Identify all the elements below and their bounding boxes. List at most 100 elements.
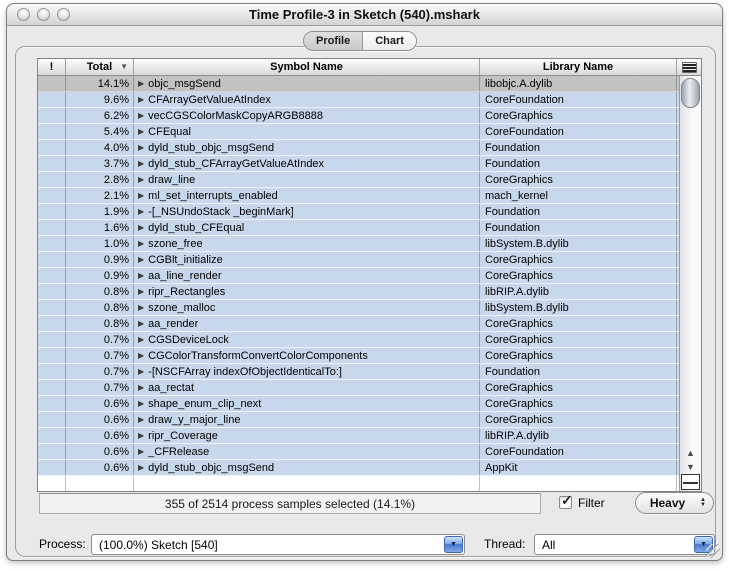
table-row[interactable]: 0.6% ▶ draw_y_major_line CoreGraphics — [38, 412, 679, 428]
disclosure-triangle-icon[interactable]: ▶ — [138, 399, 144, 408]
table-row[interactable]: 0.8% ▶ ripr_Rectangles libRIP.A.dylib — [38, 284, 679, 300]
disclosure-triangle-icon[interactable]: ▶ — [138, 335, 144, 344]
disclosure-triangle-icon[interactable]: ▶ — [138, 111, 144, 120]
table-row[interactable]: 9.6% ▶ CFArrayGetValueAtIndex CoreFounda… — [38, 92, 679, 108]
table-row[interactable]: 0.9% ▶ aa_line_render CoreGraphics — [38, 268, 679, 284]
profile-table: ! Total ▼ Symbol Name Library Name 14.1%… — [37, 58, 702, 492]
disclosure-triangle-icon[interactable]: ▶ — [138, 79, 144, 88]
title-bar[interactable]: Time Profile-3 in Sketch (540).mshark — [7, 4, 722, 26]
scroll-up-icon[interactable]: ▲ — [680, 446, 701, 460]
table-row[interactable]: 14.1% ▶ objc_msgSend libobjc.A.dylib — [38, 76, 679, 92]
total-cell: 9.6% — [66, 92, 134, 107]
disclosure-triangle-icon[interactable]: ▶ — [138, 127, 144, 136]
library-cell: CoreGraphics — [480, 252, 677, 267]
disclosure-triangle-icon[interactable]: ▶ — [138, 95, 144, 104]
table-row[interactable]: 0.7% ▶ CGColorTransformConvertColorCompo… — [38, 348, 679, 364]
disclosure-triangle-icon[interactable]: ▶ — [138, 319, 144, 328]
disclosure-triangle-icon[interactable]: ▶ — [138, 191, 144, 200]
table-row[interactable]: 0.7% ▶ CGSDeviceLock CoreGraphics — [38, 332, 679, 348]
disclosure-triangle-icon[interactable]: ▶ — [138, 447, 144, 456]
tab-chart[interactable]: Chart — [363, 32, 416, 50]
disclosure-triangle-icon[interactable]: ▶ — [138, 207, 144, 216]
symbol-name: CFArrayGetValueAtIndex — [148, 93, 271, 106]
table-row[interactable]: 1.0% ▶ szone_free libSystem.B.dylib — [38, 236, 679, 252]
disclosure-triangle-icon[interactable]: ▶ — [138, 287, 144, 296]
disclosure-triangle-icon[interactable]: ▶ — [138, 223, 144, 232]
symbol-name: ripr_Coverage — [148, 429, 218, 442]
library-cell: libSystem.B.dylib — [480, 236, 677, 251]
table-row[interactable]: 0.6% ▶ shape_enum_clip_next CoreGraphics — [38, 396, 679, 412]
scrollbar-track[interactable] — [680, 108, 701, 446]
symbol-cell: ▶ CGSDeviceLock — [134, 332, 480, 347]
view-mode-popup[interactable]: Heavy ▲ ▼ — [635, 492, 714, 514]
window-title: Time Profile-3 in Sketch (540).mshark — [249, 7, 480, 22]
library-cell: Foundation — [480, 220, 677, 235]
total-cell: 0.9% — [66, 252, 134, 267]
table-row[interactable]: 0.9% ▶ CGBlt_initialize CoreGraphics — [38, 252, 679, 268]
symbol-cell: ▶ szone_malloc — [134, 300, 480, 315]
column-header-library[interactable]: Library Name — [480, 59, 677, 75]
table-row[interactable]: 3.7% ▶ dyld_stub_CFArrayGetValueAtIndex … — [38, 156, 679, 172]
flag-cell — [38, 412, 66, 427]
disclosure-triangle-icon[interactable]: ▶ — [138, 175, 144, 184]
split-view-icon[interactable] — [681, 474, 700, 490]
table-row[interactable]: 2.1% ▶ ml_set_interrupts_enabled mach_ke… — [38, 188, 679, 204]
process-combo-button[interactable]: ▼ — [444, 536, 463, 553]
table-row[interactable]: 0.7% ▶ aa_rectat CoreGraphics — [38, 380, 679, 396]
column-header-total[interactable]: Total ▼ — [66, 59, 134, 75]
disclosure-triangle-icon[interactable]: ▶ — [138, 367, 144, 376]
library-cell: Foundation — [480, 156, 677, 171]
table-row[interactable]: 0.6% ▶ _CFRelease CoreFoundation — [38, 444, 679, 460]
table-row[interactable]: 4.0% ▶ dyld_stub_objc_msgSend Foundation — [38, 140, 679, 156]
flag-cell — [38, 204, 66, 219]
column-options-button[interactable] — [677, 59, 701, 75]
column-header-flag[interactable]: ! — [38, 59, 66, 75]
table-row[interactable]: 0.7% ▶ -[NSCFArray indexOfObjectIdentica… — [38, 364, 679, 380]
flag-cell — [38, 172, 66, 187]
disclosure-triangle-icon[interactable]: ▶ — [138, 239, 144, 248]
flag-cell — [38, 428, 66, 443]
table-row[interactable]: 6.2% ▶ vecCGSColorMaskCopyARGB8888 CoreG… — [38, 108, 679, 124]
table-row[interactable]: 5.4% ▶ CFEqual CoreFoundation — [38, 124, 679, 140]
symbol-name: -[NSCFArray indexOfObjectIdenticalTo:] — [148, 365, 342, 378]
flag-cell — [38, 396, 66, 411]
disclosure-triangle-icon[interactable]: ▶ — [138, 431, 144, 440]
vertical-scrollbar[interactable]: ▲ ▼ — [679, 76, 701, 491]
symbol-name: szone_malloc — [148, 301, 216, 314]
total-cell: 3.7% — [66, 156, 134, 171]
disclosure-triangle-icon[interactable]: ▶ — [138, 351, 144, 360]
symbol-name: CFEqual — [148, 125, 191, 138]
disclosure-triangle-icon[interactable]: ▶ — [138, 303, 144, 312]
symbol-name: CGSDeviceLock — [148, 333, 229, 346]
disclosure-triangle-icon[interactable]: ▶ — [138, 463, 144, 472]
resize-grip[interactable] — [706, 544, 720, 558]
table-row[interactable]: 1.9% ▶ -[_NSUndoStack _beginMark] Founda… — [38, 204, 679, 220]
table-row[interactable]: 0.8% ▶ aa_render CoreGraphics — [38, 316, 679, 332]
disclosure-triangle-icon[interactable]: ▶ — [138, 159, 144, 168]
table-row[interactable]: 0.6% ▶ ripr_Coverage libRIP.A.dylib — [38, 428, 679, 444]
disclosure-triangle-icon[interactable]: ▶ — [138, 143, 144, 152]
tab-profile[interactable]: Profile — [304, 32, 364, 50]
library-cell: AppKit — [480, 460, 677, 475]
symbol-cell: ▶ dyld_stub_CFEqual — [134, 220, 480, 235]
thread-combobox[interactable]: All ▼ — [534, 534, 715, 555]
sort-descending-icon: ▼ — [120, 62, 128, 71]
symbol-name: dyld_stub_CFEqual — [148, 221, 245, 234]
scrollbar-thumb[interactable] — [681, 78, 700, 108]
table-row[interactable]: 0.6% ▶ dyld_stub_objc_msgSend AppKit — [38, 460, 679, 476]
table-row[interactable]: 0.8% ▶ szone_malloc libSystem.B.dylib — [38, 300, 679, 316]
disclosure-triangle-icon[interactable]: ▶ — [138, 271, 144, 280]
disclosure-triangle-icon[interactable]: ▶ — [138, 255, 144, 264]
scroll-down-icon[interactable]: ▼ — [680, 460, 701, 474]
total-cell: 0.7% — [66, 332, 134, 347]
column-header-symbol[interactable]: Symbol Name — [134, 59, 480, 75]
table-row[interactable]: 1.6% ▶ dyld_stub_CFEqual Foundation — [38, 220, 679, 236]
total-cell: 0.6% — [66, 412, 134, 427]
filter-label: Filter — [578, 496, 605, 510]
disclosure-triangle-icon[interactable]: ▶ — [138, 383, 144, 392]
process-combobox[interactable]: (100.0%) Sketch [540] ▼ — [91, 534, 465, 555]
flag-cell — [38, 300, 66, 315]
filter-checkbox[interactable]: ✓ — [559, 493, 573, 509]
table-row[interactable]: 2.8% ▶ draw_line CoreGraphics — [38, 172, 679, 188]
disclosure-triangle-icon[interactable]: ▶ — [138, 415, 144, 424]
